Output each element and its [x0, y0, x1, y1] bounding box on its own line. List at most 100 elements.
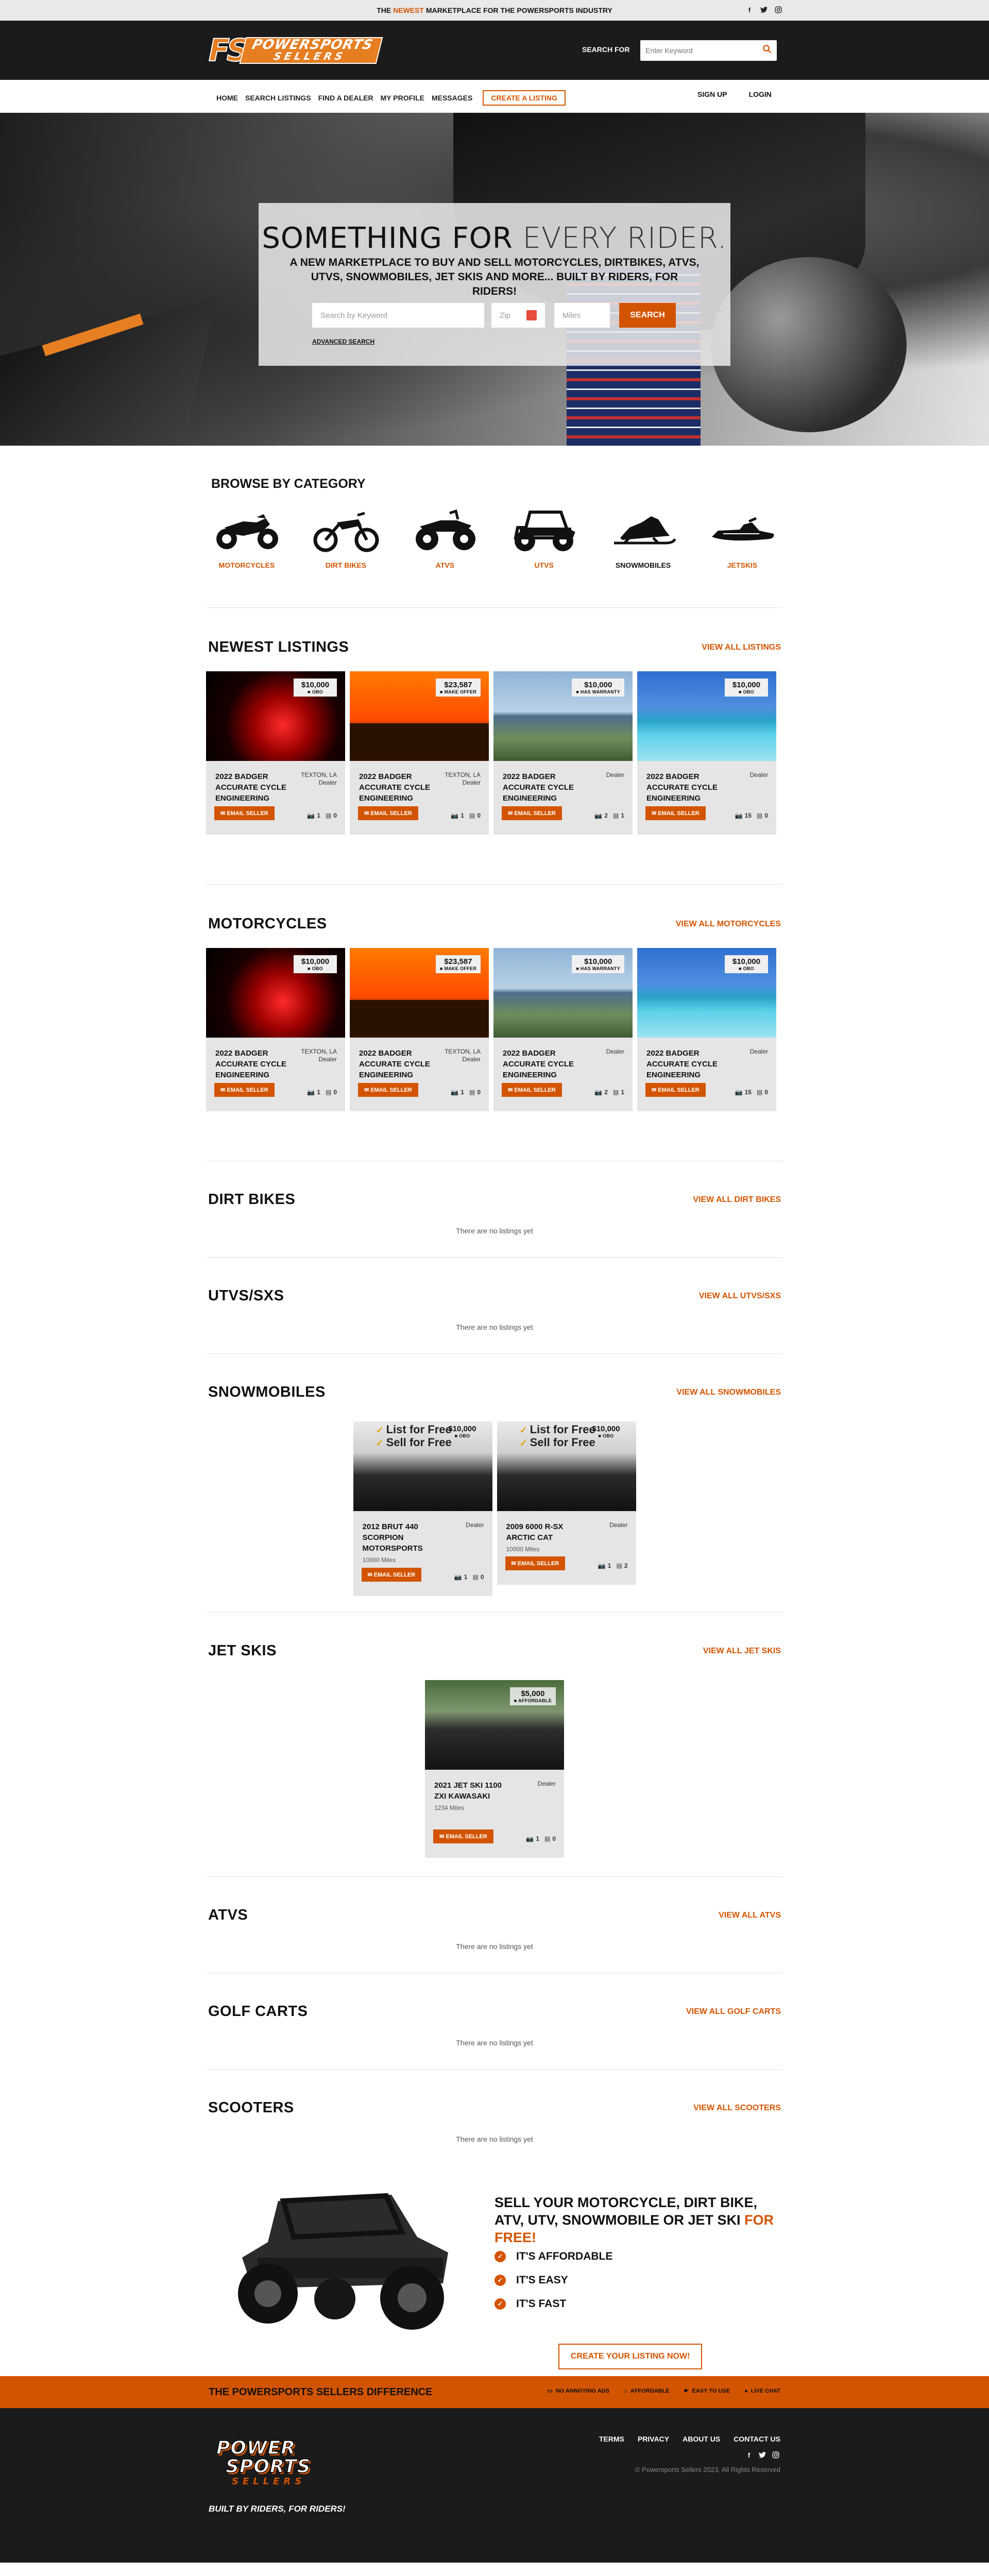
newest-listings-section: NEWEST LISTINGS VIEW ALL LISTINGS $10,00… [206, 608, 783, 885]
nav-home[interactable]: HOME [216, 94, 238, 102]
zip-field[interactable]: Zip [491, 303, 545, 328]
instagram-icon[interactable] [771, 2450, 780, 2460]
listing-image[interactable]: $23,587 ■ MAKE OFFER [350, 948, 489, 1038]
listing-image[interactable]: $10,000 ■ OBO [637, 671, 776, 761]
listing-image[interactable]: List for FreeSell for Free $10,000■ OBO [497, 1421, 636, 1511]
listing-card[interactable]: $10,000 ■ OBO 2022 BADGER ACCURATE CYCLE … [206, 671, 345, 835]
advanced-search-link[interactable]: ADVANCED SEARCH [312, 338, 374, 345]
dirt-bike-icon [313, 512, 379, 552]
email-seller-button[interactable]: ✉ EMAIL SELLER [361, 1568, 422, 1582]
email-seller-button[interactable]: ✉ EMAIL SELLER [502, 806, 562, 820]
miles-field[interactable]: Miles [554, 303, 610, 328]
view-all-golf-carts-link[interactable]: VIEW ALL GOLF CARTS [686, 2007, 781, 2016]
hero-helmet [711, 257, 907, 432]
price-badge: $10,000 ■ OBO [592, 1425, 620, 1438]
listing-card[interactable]: List for FreeSell for Free $10,000■ OBO … [497, 1421, 636, 1585]
promo-heading: SELL YOUR MOTORCYCLE, DIRT BIKE, ATV, UT… [494, 2195, 774, 2245]
view-all-dirt-bikes-link[interactable]: VIEW ALL DIRT BIKES [693, 1195, 781, 1205]
listing-title[interactable]: 2009 6000 R-SX ARCTIC CAT 10000 Miles [506, 1521, 584, 1555]
category-dirt-bikes[interactable]: DIRT BIKES [307, 507, 384, 569]
section-title: ATVS [208, 1907, 248, 1923]
hero-search-button[interactable]: SEARCH [619, 303, 676, 328]
listing-image[interactable]: $23,587 ■ MAKE OFFER [350, 671, 489, 761]
nav-find-dealer[interactable]: FIND A DEALER [318, 94, 373, 102]
facebook-icon[interactable]: f [744, 2450, 754, 2460]
listing-image[interactable]: $10,000 ■ OBO [206, 948, 345, 1038]
terms-link[interactable]: TERMS [599, 2435, 624, 2443]
listing-card[interactable]: $10,000 ■ HAS WARRANTY 2022 BADGER ACCURA… [493, 671, 633, 835]
instagram-icon[interactable] [774, 5, 783, 14]
nav-my-profile[interactable]: MY PROFILE [381, 94, 424, 102]
sign-up-link[interactable]: SIGN UP [697, 90, 727, 98]
twitter-icon[interactable] [759, 5, 769, 14]
twitter-icon[interactable] [758, 2450, 767, 2460]
listing-title[interactable]: 2021 JET SKI 1100 ZXI KAWASAKI 1234 Miles [434, 1780, 511, 1814]
create-listing-cta[interactable]: CREATE YOUR LISTING NOW! [558, 2344, 703, 2369]
location-icon[interactable] [526, 310, 537, 320]
privacy-link[interactable]: PRIVACY [638, 2435, 669, 2443]
utv-image [238, 2193, 448, 2330]
hand-icon: ☛ [684, 2388, 689, 2394]
email-seller-button[interactable]: ✉ EMAIL SELLER [502, 1083, 562, 1097]
create-listing-button[interactable]: CREATE A LISTING [483, 90, 566, 106]
email-seller-button[interactable]: ✉ EMAIL SELLER [645, 1083, 706, 1097]
category-atvs[interactable]: ATVS [406, 507, 484, 569]
footer-links: TERMS PRIVACY ABOUT US CONTACT US [599, 2435, 780, 2443]
footer-logo[interactable]: POWER SPORTS SELLERS [216, 2438, 349, 2490]
category-jetskis[interactable]: JETSKIS [704, 507, 781, 569]
view-all-utvs-link[interactable]: VIEW ALL UTVS/SXS [699, 1292, 781, 1301]
listing-card[interactable]: $10,000 ■ HAS WARRANTY 2022 BADGER ACCURA… [493, 948, 633, 1111]
hero-subtitle: A NEW MARKETPLACE TO BUY AND SELL MOTORC… [289, 257, 700, 297]
keyword-field[interactable]: Search by Keyword [312, 303, 484, 328]
email-seller-button[interactable]: ✉ EMAIL SELLER [358, 1083, 418, 1097]
jetski-icon [711, 517, 774, 541]
nav-messages[interactable]: MESSAGES [432, 94, 472, 102]
listing-image[interactable]: $10,000 ■ OBO [637, 948, 776, 1038]
search-icon[interactable] [762, 44, 772, 57]
document-icon: ▤ 0 [472, 1573, 484, 1581]
contact-link[interactable]: CONTACT US [734, 2435, 780, 2443]
category-utvs[interactable]: UTVS [505, 507, 583, 569]
category-heading: BROWSE BY CATEGORY [211, 477, 366, 491]
listing-card[interactable]: $5,000 ■ AFFORDABLE 2021 JET SKI 1100 ZXI… [425, 1680, 564, 1858]
about-link[interactable]: ABOUT US [683, 2435, 720, 2443]
facebook-icon[interactable]: f [745, 5, 754, 14]
category-snowmobiles[interactable]: SNOWMOBILES [605, 507, 682, 569]
email-seller-button[interactable]: ✉ EMAIL SELLER [433, 1829, 493, 1843]
listing-card[interactable]: $23,587 ■ MAKE OFFER 2022 BADGER ACCURATE… [350, 671, 489, 835]
email-seller-button[interactable]: ✉ EMAIL SELLER [214, 1083, 275, 1097]
login-link[interactable]: LOGIN [749, 90, 772, 98]
view-all-snowmobiles-link[interactable]: VIEW ALL SNOWMOBILES [676, 1388, 781, 1397]
view-all-motorcycles-link[interactable]: VIEW ALL MOTORCYCLES [676, 920, 781, 929]
listing-card[interactable]: $10,000 ■ OBO 2022 BADGER ACCURATE CYCLE … [206, 948, 345, 1111]
email-seller-button[interactable]: ✉ EMAIL SELLER [214, 806, 275, 820]
listing-image[interactable]: $5,000 ■ AFFORDABLE [425, 1680, 564, 1770]
listing-card[interactable]: List for FreeSell for Free $10,000■ OBO … [353, 1421, 492, 1596]
nav-search-listings[interactable]: SEARCH LISTINGS [245, 94, 311, 102]
listing-image[interactable]: $10,000 ■ HAS WARRANTY [493, 671, 633, 761]
listing-image[interactable]: List for FreeSell for Free $10,000■ OBO [353, 1421, 492, 1511]
listing-image[interactable]: $10,000 ■ OBO [206, 671, 345, 761]
search-input[interactable] [645, 46, 762, 55]
category-motorcycles[interactable]: MOTORCYCLES [208, 507, 285, 569]
camera-icon: 📷 15 [735, 1089, 752, 1096]
view-all-listings-link[interactable]: VIEW ALL LISTINGS [702, 643, 781, 652]
media-counts: 📷 1 ▤ 0 [451, 812, 481, 819]
utvs-section: UTVS/SXS VIEW ALL UTVS/SXS There are no … [206, 1258, 783, 1354]
email-seller-button[interactable]: ✉ EMAIL SELLER [358, 806, 418, 820]
email-seller-button[interactable]: ✉ EMAIL SELLER [505, 1556, 566, 1570]
listing-card[interactable]: $23,587 ■ MAKE OFFER 2022 BADGER ACCURATE… [350, 948, 489, 1111]
view-all-scooters-link[interactable]: VIEW ALL SCOOTERS [693, 2104, 781, 2113]
listing-image[interactable]: $10,000 ■ HAS WARRANTY [493, 948, 633, 1038]
listing-card[interactable]: $10,000 ■ OBO 2022 BADGER ACCURATE CYCLE … [637, 671, 776, 835]
listing-title[interactable]: 2012 BRUT 440 SCORPION MOTORSPORTS 10000 … [363, 1521, 440, 1566]
view-all-jet-skis-link[interactable]: VIEW ALL JET SKIS [703, 1647, 781, 1656]
listing-card[interactable]: $10,000 ■ OBO 2022 BADGER ACCURATE CYCLE … [637, 948, 776, 1111]
view-all-atvs-link[interactable]: VIEW ALL ATVS [719, 1911, 781, 1920]
difference-items: ▭ NO ANNOYING ADS ⌂ AFFORDABLE ☛ EASY TO US… [548, 2387, 781, 2395]
site-logo[interactable]: FS POWERSPORTS SELLERS [208, 35, 446, 66]
listing-seller: Dealer [537, 1780, 556, 1787]
email-seller-button[interactable]: ✉ EMAIL SELLER [645, 806, 706, 820]
empty-state: There are no listings yet [456, 1227, 533, 1235]
card-list: $5,000 ■ AFFORDABLE 2021 JET SKI 1100 ZXI… [206, 1680, 783, 1858]
